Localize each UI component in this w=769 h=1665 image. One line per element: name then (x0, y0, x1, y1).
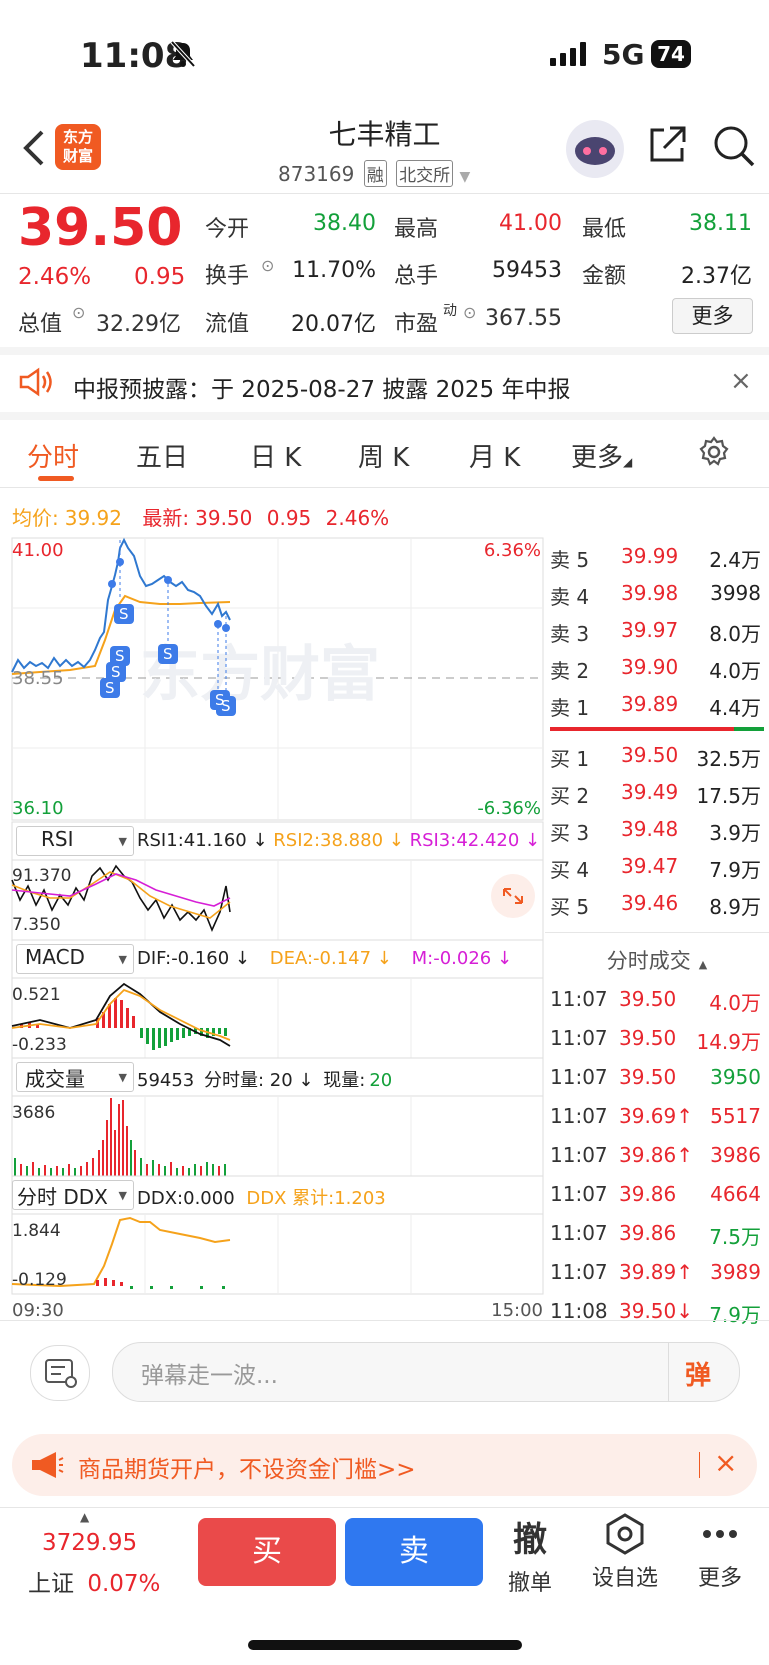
danmaku-send-button[interactable]: 弹 (668, 1343, 739, 1401)
add-watchlist-button[interactable]: 设自选 (585, 1512, 665, 1592)
trade-row: 11:07 39.50 3950 (550, 1065, 761, 1089)
buy-sell-ratio-bar (545, 723, 769, 737)
promo-banner[interactable]: 商品期货开户，不设资金门槛>> × (12, 1434, 757, 1496)
trade-row: 11:07 39.69↑ 5517 (550, 1104, 761, 1128)
asks-level[interactable]: 卖 1 39.89 4.4万 (545, 686, 769, 723)
rsi-y-top: 91.370 (12, 866, 71, 886)
bids-level[interactable]: 买 3 39.48 3.9万 (545, 811, 769, 848)
macd-selector[interactable]: MACD ▼ (16, 944, 134, 974)
more-dots-icon (680, 1512, 760, 1560)
expand-chart-icon[interactable] (491, 874, 535, 918)
promo-text: 商品期货开户，不设资金门槛>> (78, 1457, 416, 1483)
pct-axis-low: -6.36% (477, 798, 541, 819)
ddx-bars (96, 1278, 225, 1289)
time-axis-start: 09:30 (12, 1300, 64, 1321)
index-value[interactable]: 3729.95 (42, 1530, 137, 1556)
bids-level[interactable]: 买 2 39.49 17.5万 (545, 774, 769, 811)
ddx-y-bottom: -0.129 (12, 1270, 67, 1290)
buy-button[interactable]: 买 (198, 1518, 336, 1586)
rsi-values: RSI1:41.160 ↓ RSI2:38.880 ↓ RSI3:42.420 … (137, 830, 541, 851)
asks-level[interactable]: 卖 5 39.99 2.4万 (545, 538, 769, 575)
y-axis-mid: 38.55 (12, 668, 64, 689)
cancel-order-button[interactable]: 撤 撤单 (490, 1512, 570, 1597)
macd-y-top: 0.521 (12, 985, 61, 1005)
volume-y-top: 3686 (12, 1103, 55, 1123)
trade-row: 11:07 39.86↑ 3986 (550, 1143, 761, 1167)
svg-text:S: S (221, 697, 231, 715)
time-axis-end: 15:00 (491, 1300, 543, 1321)
asks-level[interactable]: 卖 3 39.97 8.0万 (545, 612, 769, 649)
macd-values: DIF:-0.160 ↓ DEA:-0.147 ↓ M:-0.026 ↓ (137, 948, 513, 969)
more-menu-button[interactable]: 更多 (680, 1512, 760, 1592)
ddx-values: DDX:0.000 DDX 累计:1.203 (137, 1188, 386, 1209)
rsi-selector[interactable]: RSI ▼ (16, 826, 134, 856)
asks-level[interactable]: 卖 2 39.90 4.0万 (545, 649, 769, 686)
pct-axis-high: 6.36% (484, 540, 541, 561)
home-indicator (248, 1640, 522, 1650)
bids-level[interactable]: 买 5 39.46 8.9万 (545, 885, 769, 922)
trade-row: 11:07 39.86 4664 (550, 1182, 761, 1206)
bids-level[interactable]: 买 4 39.47 7.9万 (545, 848, 769, 885)
trade-row: 11:07 39.50 14.9万 (550, 1026, 761, 1054)
trade-list-title[interactable]: 分时成交 ▲ (545, 945, 769, 975)
volume-selector[interactable]: 成交量 ▼ (16, 1062, 134, 1092)
promo-close-icon[interactable]: × (714, 1446, 737, 1479)
danmaku-settings-button[interactable] (30, 1345, 90, 1401)
sell-button[interactable]: 卖 (345, 1518, 483, 1586)
trade-row: 11:07 39.50 4.0万 (550, 987, 761, 1015)
macd-y-bottom: -0.233 (12, 1035, 67, 1055)
hexagon-icon (585, 1512, 665, 1560)
cancel-order-icon: 撤 (513, 1520, 547, 1560)
megaphone-icon (30, 1450, 64, 1484)
asks-level[interactable]: 卖 4 39.98 3998 (545, 575, 769, 612)
rsi-y-bottom: 7.350 (12, 915, 61, 935)
trade-list[interactable]: 分时成交 ▲ 11:07 39.50 4.0万 11:07 39.50 14.9万 11:07… (545, 932, 769, 1332)
trade-row: 11:07 39.86 7.5万 (550, 1221, 761, 1249)
svg-text:S: S (163, 645, 173, 663)
index-row[interactable]: 上证 0.07% (28, 1564, 160, 1598)
trade-row: 11:07 39.89↑ 3989 (550, 1260, 761, 1284)
order-book: 卖 5 39.99 2.4万卖 4 39.98 3998 卖 3 39.97 8.0万卖 23… (545, 538, 769, 922)
svg-text:S: S (119, 605, 129, 623)
svg-text:S: S (105, 679, 115, 697)
danmaku-input[interactable]: 弹幕走一波... 弹 (112, 1342, 740, 1402)
y-axis-high: 41.00 (12, 540, 64, 561)
index-expand-icon[interactable]: ▲ (80, 1510, 89, 1524)
y-axis-low: 36.10 (12, 798, 64, 819)
trade-row: 11:08 39.50↓ 7.9万 (550, 1299, 761, 1327)
bids-level[interactable]: 买 1 39.50 32.5万 (545, 737, 769, 774)
ddx-selector[interactable]: 分时 DDX ▼ (12, 1180, 134, 1210)
ddx-y-top: 1.844 (12, 1221, 61, 1241)
volume-values: 59453 分时量: 20 ↓ 现量: 20 (137, 1070, 393, 1091)
